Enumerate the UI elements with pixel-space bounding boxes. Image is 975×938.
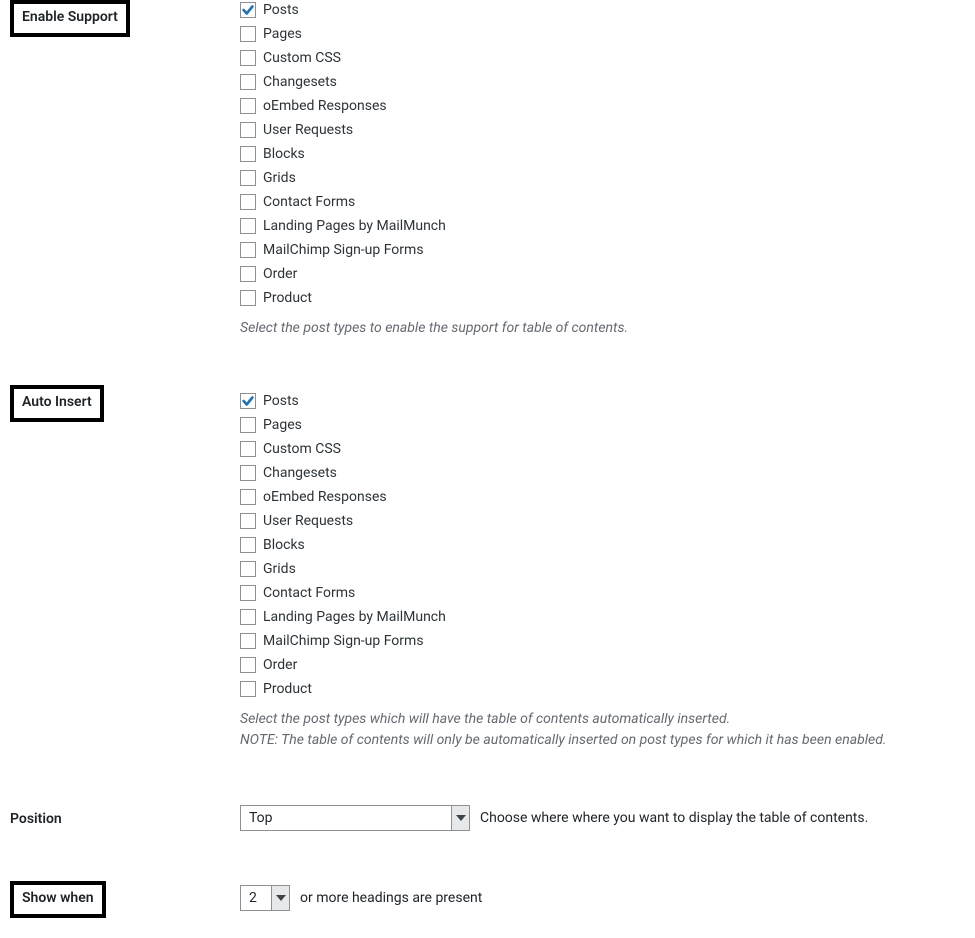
checkbox-label: Blocks xyxy=(263,144,305,164)
checkbox-label: Custom CSS xyxy=(263,439,341,459)
checkbox[interactable] xyxy=(240,122,256,138)
checkbox-label: User Requests xyxy=(263,511,353,531)
enable-support-label: Enable Support xyxy=(10,0,130,37)
enable-support-description: Select the post types to enable the supp… xyxy=(240,318,965,339)
position-label: Position xyxy=(10,805,230,827)
checkbox-label: Contact Forms xyxy=(263,583,355,603)
checkbox-item[interactable]: Contact Forms xyxy=(240,583,965,603)
checkbox[interactable] xyxy=(240,98,256,114)
checkbox-item[interactable]: Custom CSS xyxy=(240,439,965,459)
checkbox-item[interactable]: oEmbed Responses xyxy=(240,487,965,507)
checkbox-item[interactable]: Grids xyxy=(240,168,965,188)
checkbox-label: Changesets xyxy=(263,72,337,92)
position-hint: Choose where where you want to display t… xyxy=(480,810,868,826)
checkbox-item[interactable]: MailChimp Sign-up Forms xyxy=(240,631,965,651)
checkbox-label: Pages xyxy=(263,415,302,435)
checkbox[interactable] xyxy=(240,266,256,282)
checkbox-item[interactable]: Landing Pages by MailMunch xyxy=(240,216,965,236)
checkbox[interactable] xyxy=(240,561,256,577)
checkbox-item[interactable]: Product xyxy=(240,679,965,699)
chevron-down-icon xyxy=(271,886,289,910)
checkbox-item[interactable]: User Requests xyxy=(240,511,965,531)
checkbox[interactable] xyxy=(240,489,256,505)
checkbox-label: Landing Pages by MailMunch xyxy=(263,607,446,627)
checkbox[interactable] xyxy=(240,585,256,601)
checkbox-item[interactable]: Changesets xyxy=(240,463,965,483)
checkbox-item[interactable]: Order xyxy=(240,655,965,675)
checkbox-label: Order xyxy=(263,264,297,284)
checkbox-label: MailChimp Sign-up Forms xyxy=(263,631,424,651)
checkbox-label: oEmbed Responses xyxy=(263,96,387,116)
checkbox-item[interactable]: Pages xyxy=(240,415,965,435)
checkbox-label: Custom CSS xyxy=(263,48,341,68)
position-select[interactable]: Top xyxy=(240,805,470,831)
enable-support-checkbox-list: Posts Pages Custom CSS Changesets oEmbed Res… xyxy=(240,0,965,308)
position-row: Position Top Choose where where you want… xyxy=(0,771,975,851)
checkbox-item[interactable]: Blocks xyxy=(240,144,965,164)
checkbox-label: oEmbed Responses xyxy=(263,487,387,507)
checkbox[interactable] xyxy=(240,513,256,529)
checkbox[interactable] xyxy=(240,50,256,66)
checkbox[interactable] xyxy=(240,657,256,673)
checkbox-item[interactable]: Blocks xyxy=(240,535,965,555)
checkbox[interactable] xyxy=(240,537,256,553)
checkbox-item[interactable]: Contact Forms xyxy=(240,192,965,212)
enable-support-row: Enable Support Posts Pages Custom CSS Chang… xyxy=(0,0,975,359)
checkbox-item[interactable]: Grids xyxy=(240,559,965,579)
checkbox-item[interactable]: Order xyxy=(240,264,965,284)
checkbox-item[interactable]: Pages xyxy=(240,24,965,44)
checkbox-label: Product xyxy=(263,288,312,308)
auto-insert-checkbox-list: Posts Pages Custom CSS Changesets oEmbed Res… xyxy=(240,391,965,699)
checkbox-label: Posts xyxy=(263,0,299,20)
checkbox[interactable] xyxy=(240,290,256,306)
checkbox[interactable] xyxy=(240,146,256,162)
checkbox[interactable] xyxy=(240,633,256,649)
checkbox-item[interactable]: Posts xyxy=(240,391,965,411)
show-when-hint: or more headings are present xyxy=(300,890,482,906)
checkbox-label: Product xyxy=(263,679,312,699)
checkbox-label: User Requests xyxy=(263,120,353,140)
checkbox[interactable] xyxy=(240,609,256,625)
checkbox-label: Grids xyxy=(263,168,296,188)
show-when-select[interactable]: 2 xyxy=(240,885,290,911)
checkbox[interactable] xyxy=(240,465,256,481)
show-when-row: Show when 2 or more headings are present xyxy=(0,851,975,938)
checkbox[interactable] xyxy=(240,170,256,186)
chevron-down-icon xyxy=(451,806,469,830)
checkbox[interactable] xyxy=(240,242,256,258)
checkbox-label: Landing Pages by MailMunch xyxy=(263,216,446,236)
checkbox-item[interactable]: Changesets xyxy=(240,72,965,92)
checkbox-label: Contact Forms xyxy=(263,192,355,212)
checkbox-item[interactable]: Custom CSS xyxy=(240,48,965,68)
checkbox-item[interactable]: Product xyxy=(240,288,965,308)
checkbox[interactable] xyxy=(240,393,256,409)
checkbox-item[interactable]: MailChimp Sign-up Forms xyxy=(240,240,965,260)
checkbox-item[interactable]: Landing Pages by MailMunch xyxy=(240,607,965,627)
checkbox[interactable] xyxy=(240,681,256,697)
checkbox-item[interactable]: oEmbed Responses xyxy=(240,96,965,116)
checkbox[interactable] xyxy=(240,74,256,90)
checkbox-label: MailChimp Sign-up Forms xyxy=(263,240,424,260)
checkbox-label: Changesets xyxy=(263,463,337,483)
checkbox-label: Blocks xyxy=(263,535,305,555)
checkbox-item[interactable]: Posts xyxy=(240,0,965,20)
checkbox[interactable] xyxy=(240,2,256,18)
auto-insert-row: Auto Insert Posts Pages Custom CSS Changese… xyxy=(0,359,975,771)
checkbox-item[interactable]: User Requests xyxy=(240,120,965,140)
checkbox[interactable] xyxy=(240,26,256,42)
checkbox[interactable] xyxy=(240,441,256,457)
show-when-label: Show when xyxy=(10,881,106,918)
checkbox[interactable] xyxy=(240,417,256,433)
checkbox-label: Grids xyxy=(263,559,296,579)
checkbox-label: Pages xyxy=(263,24,302,44)
checkbox[interactable] xyxy=(240,194,256,210)
auto-insert-description: Select the post types which will have th… xyxy=(240,709,965,751)
auto-insert-label: Auto Insert xyxy=(10,385,104,422)
checkbox-label: Order xyxy=(263,655,297,675)
checkbox[interactable] xyxy=(240,218,256,234)
checkbox-label: Posts xyxy=(263,391,299,411)
